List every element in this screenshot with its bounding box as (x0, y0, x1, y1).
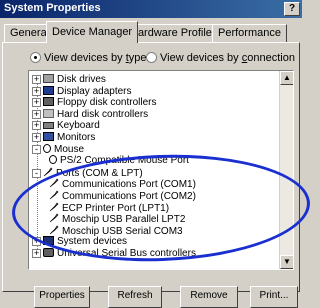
radio-unselected-icon (146, 52, 157, 63)
title-bar: System Properties ? (0, 0, 302, 18)
usb-controller-icon (43, 248, 54, 257)
tree-item-label: Ports (COM & LPT) (56, 167, 143, 179)
tab-performance[interactable]: Performance (212, 24, 287, 42)
expand-icon[interactable]: + (32, 109, 41, 119)
tree-item-communications-port-com1[interactable]: Communications Port (COM1) (49, 178, 196, 191)
tree-item-ports-com-lpt[interactable]: - Ports (COM & LPT) (32, 167, 143, 179)
monitor-icon (43, 132, 54, 141)
tree-item-disk-drives[interactable]: + Disk drives (32, 74, 106, 85)
device-tree[interactable]: + Disk drives + Display adapters + Floppy dis… (28, 70, 294, 270)
refresh-button[interactable]: Refresh (108, 286, 162, 308)
tree-item-label: Monitors (57, 132, 96, 143)
port-icon (49, 190, 59, 200)
tree-item-label: Display adapters (57, 85, 132, 97)
expand-icon[interactable]: + (32, 98, 41, 108)
window-title: System Properties (4, 2, 101, 14)
tree-item-label: Moschip USB Serial COM3 (62, 225, 183, 237)
tree-item-label: Moschip USB Parallel LPT2 (62, 214, 186, 226)
tree-item-label: PS/2 Compatible Mouse Port (60, 155, 189, 167)
scroll-down-button[interactable]: ▼ (280, 255, 293, 269)
tree-item-label: Keyboard (57, 120, 100, 132)
tree-item-universal-serial-bus-controllers[interactable]: + Universal Serial Bus controllers (32, 248, 196, 259)
mouse-icon (43, 143, 51, 153)
tree-item-mouse[interactable]: - Mouse (32, 143, 85, 155)
tree-item-label: Floppy disk controllers (57, 97, 157, 109)
port-icon (49, 213, 59, 223)
scroll-up-button[interactable]: ▲ (280, 71, 293, 85)
expand-icon[interactable]: + (32, 121, 41, 131)
tree-item-label: ECP Printer Port (LPT1) (62, 202, 170, 214)
tree-item-moschip-usb-serial-com3[interactable]: Moschip USB Serial COM3 (49, 225, 183, 237)
tree-item-moschip-usb-parallel-lpt2[interactable]: Moschip USB Parallel LPT2 (49, 213, 186, 226)
tree-item-label: Communications Port (COM1) (62, 179, 196, 191)
port-icon (43, 167, 53, 177)
collapse-icon[interactable]: - (32, 168, 41, 178)
keyboard-icon (43, 122, 54, 130)
hard-disk-controller-icon (43, 108, 54, 118)
expand-icon[interactable]: + (32, 237, 41, 247)
vertical-scrollbar[interactable]: ▲ ▼ (279, 71, 293, 269)
expand-icon[interactable]: + (32, 249, 41, 258)
view-by-connection-radio[interactable]: View devices by connection (146, 52, 295, 64)
tree-item-monitors[interactable]: + Monitors (32, 132, 95, 143)
tree-item-hard-disk-controllers[interactable]: + Hard disk controllers (32, 108, 149, 120)
tree-item-label: Communications Port (COM2) (62, 191, 196, 202)
help-button[interactable]: ? (284, 2, 300, 16)
view-by-type-radio[interactable]: View devices by type (30, 52, 147, 64)
tab-device-manager[interactable]: Device Manager (46, 21, 139, 43)
expand-icon[interactable]: + (32, 133, 41, 142)
tree-item-communications-port-com2[interactable]: Communications Port (COM2) (49, 190, 196, 202)
tree-item-ecp-printer-port-lpt1[interactable]: ECP Printer Port (LPT1) (49, 202, 170, 214)
tree-item-label: System devices (57, 236, 128, 248)
tree-item-floppy-disk-controllers[interactable]: + Floppy disk controllers (32, 97, 156, 108)
tree-item-label: Disk drives (57, 74, 106, 85)
display-adapter-icon (43, 85, 54, 95)
tab-hardware-profiles[interactable]: Hardware Profiles (124, 24, 224, 42)
expand-icon[interactable]: + (32, 75, 41, 84)
floppy-controller-icon (43, 97, 54, 107)
system-device-icon (43, 236, 54, 246)
collapse-icon[interactable]: - (32, 144, 41, 154)
disk-drive-icon (43, 74, 54, 83)
tree-item-system-devices[interactable]: + System devices (32, 236, 127, 247)
tree-item-keyboard[interactable]: + Keyboard (32, 120, 100, 131)
tree-item-label: Universal Serial Bus controllers (57, 248, 196, 259)
remove-button[interactable]: Remove (180, 286, 238, 308)
radio-selected-icon (30, 52, 41, 63)
mouse-icon (49, 155, 57, 165)
tree-item-label: Mouse (54, 143, 85, 155)
tree-item-display-adapters[interactable]: + Display adapters (32, 85, 132, 97)
properties-button[interactable]: Properties (34, 286, 90, 308)
port-icon (49, 178, 59, 188)
port-icon (49, 202, 59, 212)
tree-item-label: Hard disk controllers (57, 108, 149, 120)
expand-icon[interactable]: + (32, 86, 41, 96)
port-icon (49, 225, 59, 235)
print-button[interactable]: Print... (250, 286, 298, 308)
tree-item-ps-2-compatible-mouse-port[interactable]: PS/2 Compatible Mouse Port (49, 155, 189, 166)
